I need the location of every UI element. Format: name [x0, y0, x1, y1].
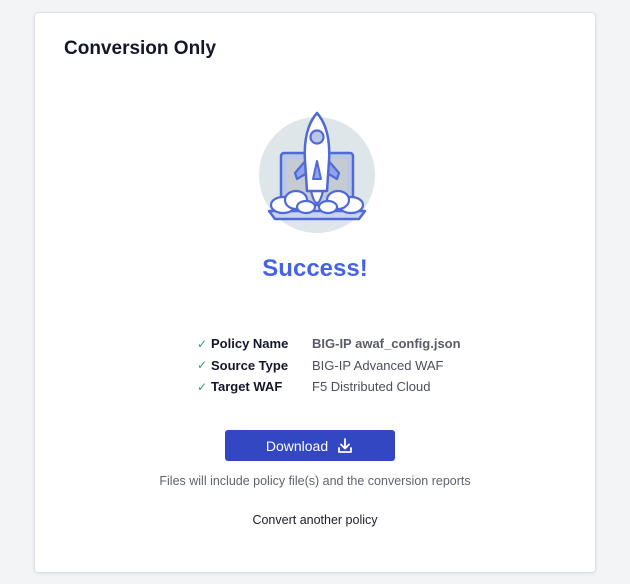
download-note: Files will include policy file(s) and th…: [159, 474, 471, 488]
detail-value: BIG-IP awaf_config.json: [312, 336, 461, 352]
card-title: Conversion Only: [64, 38, 217, 59]
success-heading: Success!: [262, 255, 368, 282]
detail-row-target-waf: ✓ Target WAF F5 Distributed Cloud: [197, 376, 461, 398]
download-button-label: Download: [265, 437, 329, 454]
download-button[interactable]: Download: [225, 430, 395, 461]
conversion-card: Conversion Only Success! ✓ Policy Name B…: [34, 12, 596, 573]
detail-row-policy-name: ✓ Policy Name BIG-IP awaf_config.json: [197, 333, 461, 355]
detail-value: BIG-IP Advanced WAF: [312, 357, 444, 373]
detail-value: F5 Distributed Cloud: [312, 379, 431, 395]
convert-another-policy-link[interactable]: Convert another policy: [35, 513, 595, 527]
check-icon: ✓: [197, 358, 208, 373]
rocket-laptop-illustration: [259, 111, 375, 233]
conversion-details: ✓ Policy Name BIG-IP awaf_config.json ✓ …: [197, 333, 461, 398]
download-icon: [338, 437, 353, 453]
check-icon: ✓: [197, 336, 208, 351]
detail-label: Source Type: [211, 357, 289, 373]
detail-label: Target WAF: [211, 379, 283, 395]
check-icon: ✓: [197, 379, 208, 394]
detail-label: Policy Name: [211, 336, 289, 352]
detail-row-source-type: ✓ Source Type BIG-IP Advanced WAF: [197, 355, 461, 377]
